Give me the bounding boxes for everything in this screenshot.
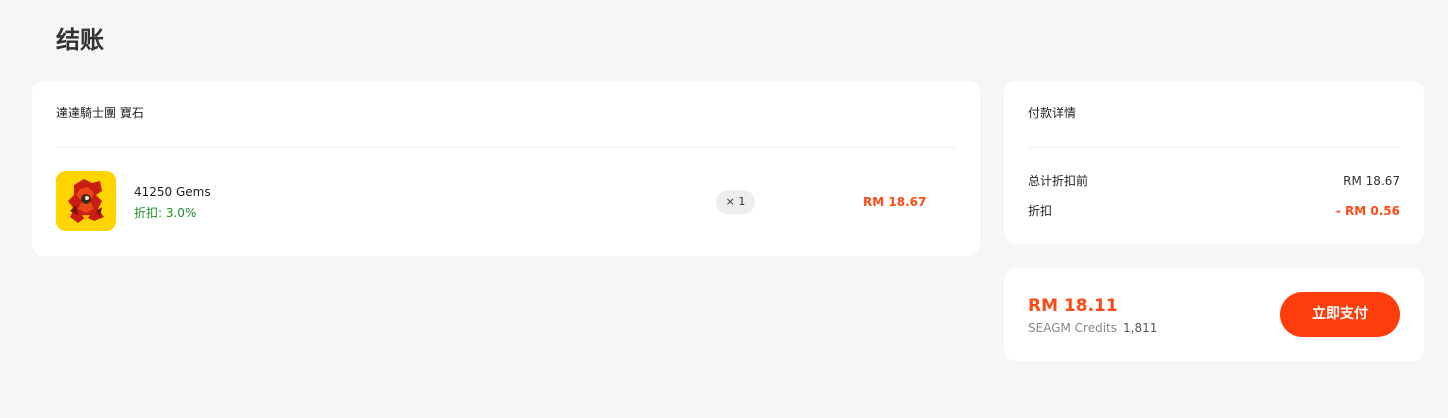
product-name: 41250 Gems bbox=[134, 185, 211, 199]
payment-details-card: 付款详情 总计折扣前 RM 18.67 折扣 - RM 0.56 bbox=[1004, 81, 1424, 244]
discount-label: 折扣 bbox=[1028, 204, 1053, 218]
divider bbox=[56, 147, 956, 148]
payment-details-header: 付款详情 bbox=[1028, 106, 1077, 120]
total-card: RM 18.11 SEAGM Credits 1,811 立即支付 bbox=[1004, 268, 1424, 361]
product-card-header: 達達騎士團 寶石 bbox=[56, 106, 144, 120]
product-image bbox=[56, 171, 116, 231]
subtotal-value: RM 18.67 bbox=[1343, 174, 1400, 188]
credits-label: SEAGM Credits bbox=[1028, 321, 1118, 335]
pay-now-button[interactable]: 立即支付 bbox=[1280, 292, 1400, 337]
product-discount: 折扣: 3.0% bbox=[134, 206, 197, 220]
product-card: 達達騎士團 寶石 41250 Gems 折扣: 3.0% × 1 RM 18.6… bbox=[32, 81, 980, 256]
subtotal-label: 总计折扣前 bbox=[1028, 174, 1089, 188]
subtotal-row: 总计折扣前 RM 18.67 bbox=[1028, 173, 1400, 189]
dragon-knight-gem-icon bbox=[56, 171, 116, 231]
discount-value: - RM 0.56 bbox=[1335, 204, 1400, 218]
credits-line: SEAGM Credits 1,811 bbox=[1028, 320, 1157, 336]
total-amount: RM 18.11 bbox=[1028, 296, 1118, 316]
credits-value: 1,811 bbox=[1123, 321, 1158, 335]
discount-row: 折扣 - RM 0.56 bbox=[1028, 203, 1400, 219]
page-title: 结账 bbox=[56, 26, 104, 54]
quantity-badge: × 1 bbox=[716, 190, 755, 214]
divider bbox=[1028, 147, 1400, 148]
product-price: RM 18.67 bbox=[863, 195, 927, 209]
